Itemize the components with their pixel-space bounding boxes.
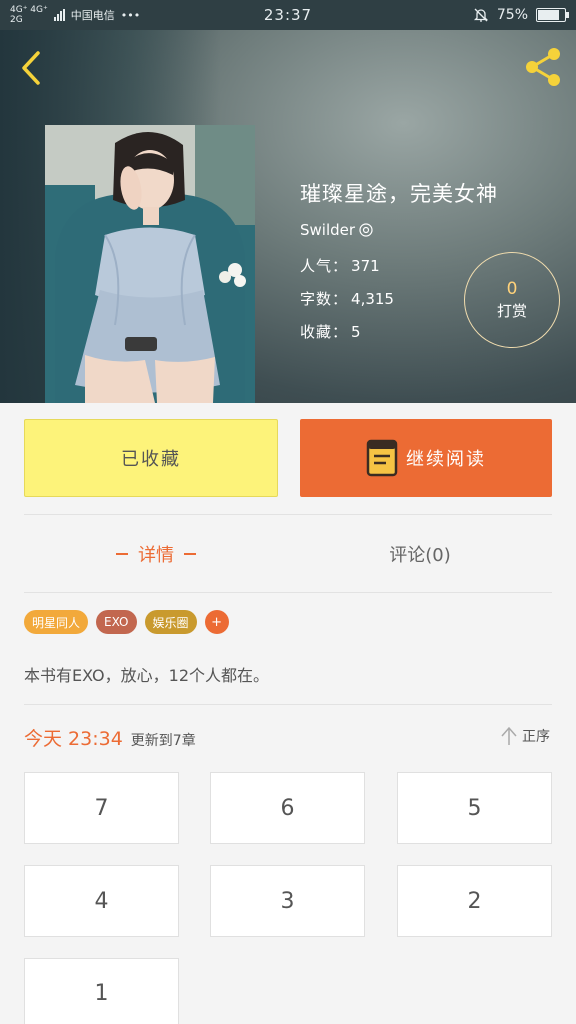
tab-detail[interactable]: 详情 <box>24 532 288 576</box>
stat-popularity: 人气： 371 <box>300 255 380 276</box>
tab-detail-label: 详情 <box>138 545 174 566</box>
tag-item[interactable]: 娱乐圈 <box>144 610 197 634</box>
network-type-bottom: 2G <box>10 15 23 25</box>
stat-separator: ： <box>332 290 348 308</box>
reward-label: 打赏 <box>496 302 527 320</box>
mute-bell-icon <box>473 8 488 22</box>
network-type-top: 4G⁺ 4G⁺ <box>10 5 48 15</box>
chapter-button[interactable]: 2 <box>397 865 552 937</box>
tab-indicator-left <box>116 553 128 555</box>
battery-fill <box>538 10 559 20</box>
tab-comment[interactable]: 评论(0) <box>288 532 552 576</box>
chapter-button[interactable]: 4 <box>24 865 179 937</box>
share-button[interactable] <box>520 44 566 90</box>
tag-item[interactable]: 明星同人 <box>24 610 89 634</box>
stat-separator: ： <box>332 323 348 341</box>
arrow-up-icon <box>501 726 517 745</box>
reward-button[interactable]: 0 打赏 <box>464 252 560 348</box>
back-arrow-icon <box>22 51 40 85</box>
stat-value: 4,315 <box>351 290 394 308</box>
stat-label: 字数 <box>300 290 333 308</box>
book-description: 本书有EXO，放心，12个人都在。 <box>24 666 270 685</box>
stat-separator: ： <box>332 257 348 275</box>
reward-count: 0 <box>506 279 518 299</box>
book-header: 璀璨星途，完美女神 Swilder 人气： 371 字数： 4,315 收藏： 5 0… <box>0 30 576 403</box>
collected-label: 已收藏 <box>121 449 181 470</box>
stat-value: 371 <box>351 257 380 275</box>
network-type: 4G⁺ 4G⁺ 2G <box>10 5 48 25</box>
stat-label: 收藏 <box>300 323 333 341</box>
tag-list: 明星同人 EXO 娱乐圈 + <box>24 610 229 634</box>
battery-percent: 75% <box>496 7 528 23</box>
book-title: 璀璨星途，完美女神 <box>300 182 498 206</box>
update-time: 今天 23:34 <box>24 728 123 750</box>
book-icon <box>366 439 398 477</box>
author-badge-icon <box>359 223 373 237</box>
stat-label: 人气 <box>300 257 333 275</box>
signal-icon <box>53 9 65 21</box>
chapter-button[interactable]: 7 <box>24 772 179 844</box>
tag-item[interactable]: EXO <box>96 610 137 634</box>
chapter-button[interactable]: 1 <box>24 958 179 1024</box>
cover-illustration <box>45 125 255 403</box>
divider <box>24 704 552 705</box>
stat-favorites: 收藏： 5 <box>300 321 361 342</box>
author-name: Swilder <box>300 221 356 239</box>
battery-icon <box>536 8 569 22</box>
divider <box>24 514 552 515</box>
sort-order-button[interactable]: 正序 <box>500 726 550 746</box>
share-icon <box>526 48 560 86</box>
divider <box>24 592 552 593</box>
carrier-name: 中国电信 <box>70 9 115 22</box>
chapter-button[interactable]: 6 <box>210 772 365 844</box>
back-button[interactable] <box>14 48 48 88</box>
author-row[interactable]: Swilder <box>300 221 374 239</box>
add-tag-button[interactable]: + <box>204 610 229 634</box>
tab-indicator-right <box>184 553 196 555</box>
more-notifications-icon: ••• <box>120 8 141 22</box>
stat-word-count: 字数： 4,315 <box>300 288 394 309</box>
collected-button[interactable]: 已收藏 <box>24 419 278 497</box>
tab-comment-label: 评论(0) <box>389 545 451 566</box>
chapter-button[interactable]: 5 <box>397 772 552 844</box>
continue-reading-label: 继续阅读 <box>406 449 486 470</box>
status-right: 75% <box>473 7 569 23</box>
update-info: 今天 23:34 更新到7章 <box>24 724 196 751</box>
book-cover-image[interactable] <box>45 125 255 403</box>
sort-order-label: 正序 <box>522 729 550 745</box>
status-bar: 4G⁺ 4G⁺ 2G 中国电信 ••• 23:37 75% <box>0 0 576 30</box>
stat-value: 5 <box>351 323 361 341</box>
status-left: 4G⁺ 4G⁺ 2G 中国电信 ••• <box>10 5 140 25</box>
update-text: 更新到7章 <box>130 733 196 749</box>
continue-reading-button[interactable]: 继续阅读 <box>300 419 552 497</box>
chapter-button[interactable]: 3 <box>210 865 365 937</box>
